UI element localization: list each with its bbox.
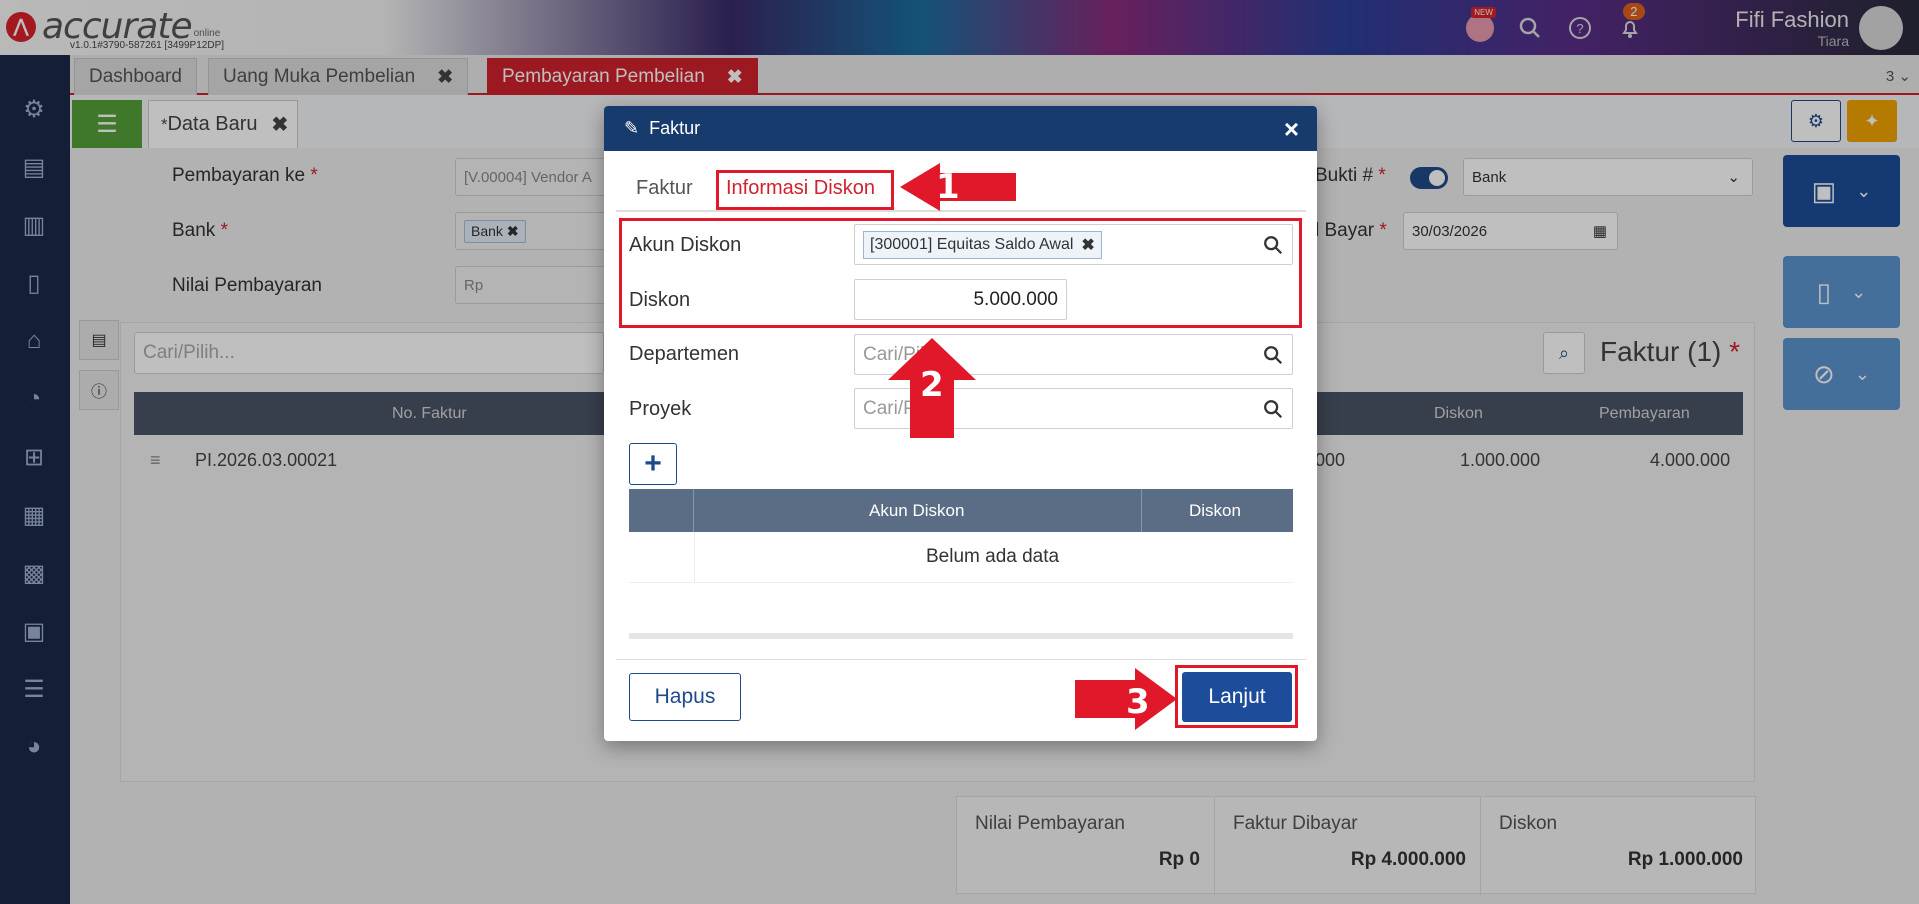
annotation-number-1: 1 [936, 167, 960, 207]
modal-header: ✎ Faktur [604, 106, 1317, 151]
tab-faktur[interactable]: Faktur [636, 177, 693, 200]
empty-row: Belum ada data [629, 532, 1293, 583]
close-icon[interactable]: × [1284, 114, 1299, 145]
search-icon[interactable] [1262, 344, 1284, 366]
modal-title: Faktur [649, 118, 701, 138]
col-divider [1141, 489, 1142, 532]
annotation-box-tab [716, 170, 894, 210]
hapus-button[interactable]: Hapus [629, 673, 741, 721]
table-scrollbar[interactable] [629, 633, 1293, 639]
proyek-label: Proyek [629, 398, 692, 420]
departemen-label: Departemen [629, 343, 740, 365]
col-akun-diskon: Akun Diskon [869, 501, 965, 520]
search-icon[interactable] [1262, 398, 1284, 420]
add-row-button[interactable]: + [629, 443, 677, 485]
diskon-table: Akun Diskon Diskon Belum ada data [629, 489, 1293, 639]
annotation-number-3: 3 [1126, 682, 1150, 722]
footer-divider [616, 659, 1306, 660]
annotation-number-2: 2 [920, 365, 944, 405]
annotation-arrow-3 [1075, 668, 1177, 730]
col-diskon: Diskon [1189, 501, 1241, 520]
annotation-box-lanjut [1175, 665, 1298, 728]
col-handle [629, 489, 694, 532]
empty-state-text: Belum ada data [926, 546, 1060, 567]
diskon-table-header: Akun Diskon Diskon [629, 489, 1293, 532]
pencil-icon: ✎ [624, 118, 640, 138]
annotation-box-fields [619, 218, 1302, 328]
